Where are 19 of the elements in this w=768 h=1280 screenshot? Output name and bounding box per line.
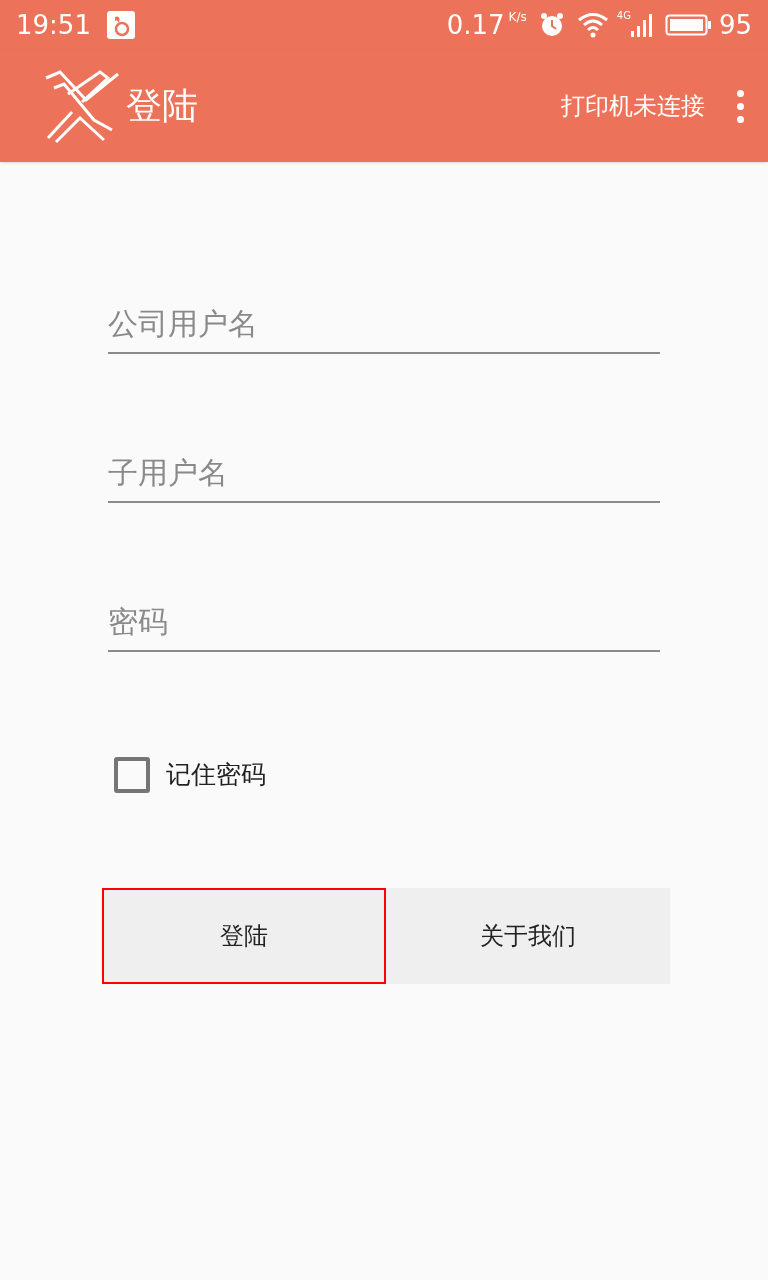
battery-level: 95 (718, 8, 752, 42)
signal-icon (630, 13, 653, 37)
status-time: 19:51 (16, 8, 91, 42)
input-field[interactable]: 公司用户名 (108, 298, 660, 354)
remember-checkbox[interactable] (114, 756, 150, 793)
alarm-icon (538, 12, 565, 38)
action-button[interactable]: 登陆 (102, 887, 386, 984)
printer-status: 打印机未连接 (561, 91, 705, 122)
remember-label: 记住密码 (166, 759, 266, 791)
network-speed: 0.17 (446, 8, 505, 42)
network-type: 4G (616, 9, 631, 23)
page-title: 登陆 (126, 84, 198, 128)
input-field[interactable]: 密码 (108, 596, 660, 652)
more-menu-icon[interactable] (737, 89, 744, 123)
action-button[interactable]: 关于我们 (386, 887, 670, 984)
speed-unit: K/s (508, 9, 527, 26)
battery-icon (664, 13, 711, 37)
wifi-icon (576, 12, 609, 38)
input-field[interactable]: 子用户名 (108, 447, 660, 503)
